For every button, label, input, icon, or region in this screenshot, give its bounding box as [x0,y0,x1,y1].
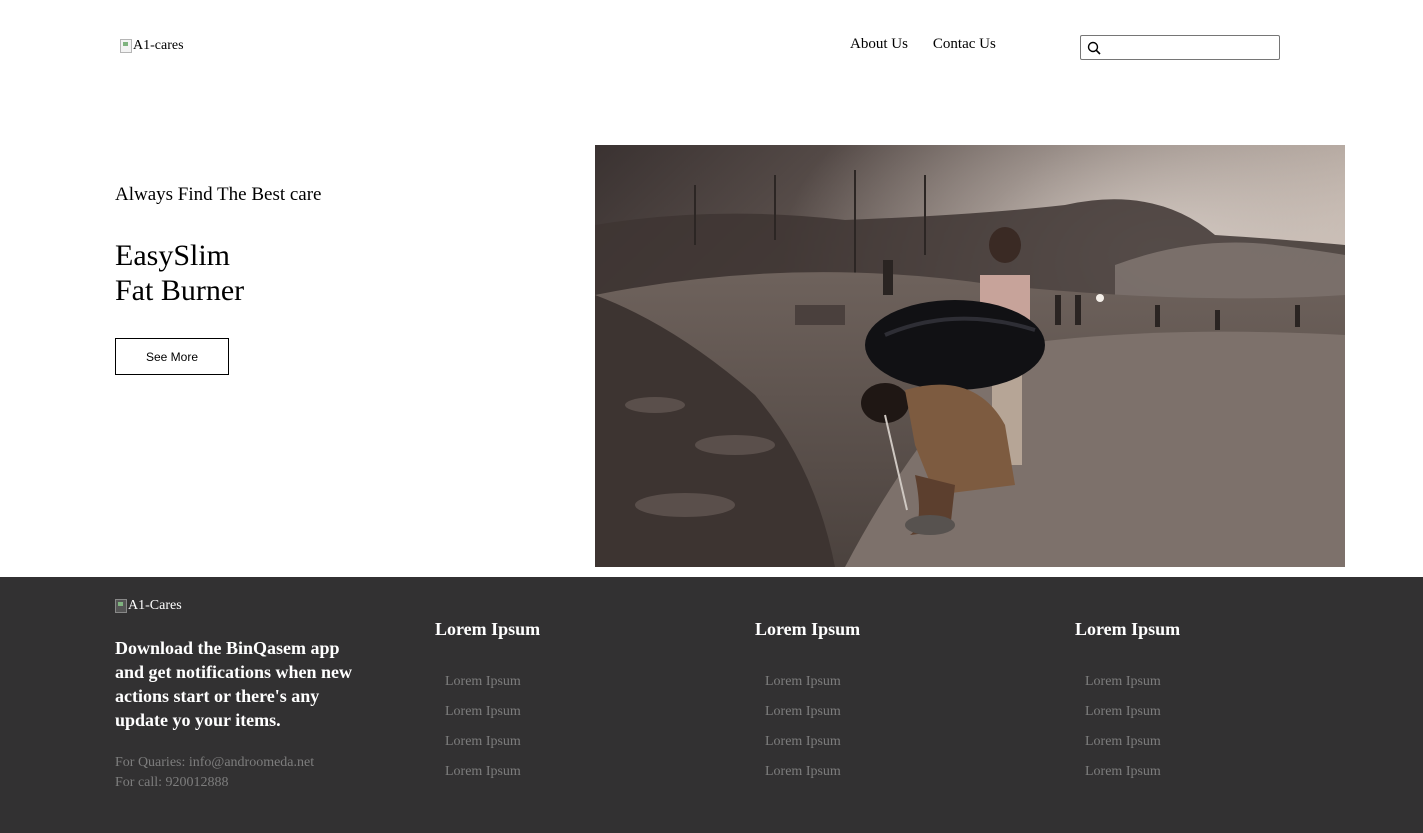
app-promo-text: Download the BinQasem app and get notifi… [115,638,353,730]
contact-email: For Quaries: info@androomeda.net [115,755,315,770]
footer-link-list: Lorem Ipsum Lorem Ipsum Lorem Ipsum Lore… [765,674,841,794]
site-header: A1-cares About Us Contac Us [0,0,1423,100]
footer-link[interactable]: Lorem Ipsum [1085,734,1161,764]
search-icon [1087,41,1101,55]
product-name-line2: Fat Burner [115,274,245,307]
footer-link[interactable]: Lorem Ipsum [765,764,841,794]
contact-info: For Quaries: info@androomeda.net For cal… [115,753,314,793]
footer-link[interactable]: Lorem Ipsum [445,674,521,704]
footer-column-title: Lorem Ipsum [755,619,861,639]
footer-column-title: Lorem Ipsum [1075,619,1181,639]
site-logo[interactable]: A1-cares [120,38,184,54]
footer-column: Lorem Ipsum Lorem Ipsum Lorem Ipsum Lore… [755,619,861,779]
footer-column: Lorem Ipsum Lorem Ipsum Lorem Ipsum Lore… [1075,619,1181,779]
main-nav: About Us Contac Us [850,36,996,53]
nav-contact-us[interactable]: Contac Us [933,36,996,53]
footer-logo-alt-text: A1-Cares [128,598,182,613]
broken-image-icon [120,39,132,53]
footer-link[interactable]: Lorem Ipsum [445,734,521,764]
nav-about-us[interactable]: About Us [850,36,908,53]
site-footer: A1-Cares Download the BinQasem app and g… [0,577,1423,833]
footer-column: Lorem Ipsum Lorem Ipsum Lorem Ipsum Lore… [435,619,541,779]
broken-image-icon [115,599,127,613]
footer-link[interactable]: Lorem Ipsum [765,674,841,704]
footer-link-list: Lorem Ipsum Lorem Ipsum Lorem Ipsum Lore… [445,674,521,794]
footer-link[interactable]: Lorem Ipsum [1085,674,1161,704]
footer-link[interactable]: Lorem Ipsum [765,734,841,764]
hero-photo [595,145,1345,567]
footer-link-list: Lorem Ipsum Lorem Ipsum Lorem Ipsum Lore… [1085,674,1161,794]
footer-link[interactable]: Lorem Ipsum [1085,704,1161,734]
footer-link[interactable]: Lorem Ipsum [445,704,521,734]
logo-alt-text: A1-cares [133,38,184,53]
footer-logo[interactable]: A1-Cares [115,598,182,614]
hero-product-title: EasySlim Fat Burner [115,238,244,308]
contact-phone: For call: 920012888 [115,775,229,790]
search-input[interactable] [1103,38,1277,58]
footer-column-title: Lorem Ipsum [435,619,541,639]
product-name-line1: EasySlim [115,239,231,272]
footer-link[interactable]: Lorem Ipsum [1085,764,1161,794]
footer-link[interactable]: Lorem Ipsum [445,764,521,794]
hero-tagline: Always Find The Best care [115,184,322,205]
search-box[interactable] [1080,35,1280,60]
see-more-button[interactable]: See More [115,338,229,375]
footer-link[interactable]: Lorem Ipsum [765,704,841,734]
